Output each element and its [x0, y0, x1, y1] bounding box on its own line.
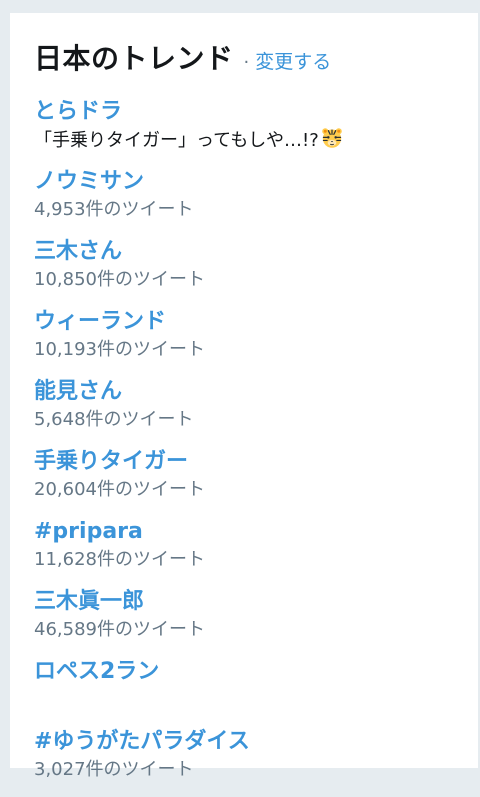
trend-item[interactable]: ノウミサン 4,953件のツイート [34, 167, 454, 237]
trend-description-text: 「手乗りタイガー」ってもしや…!? [34, 130, 319, 151]
trend-item[interactable]: とらドラ 「手乗りタイガー」ってもしや…!? [34, 97, 454, 167]
trend-item[interactable]: 手乗りタイガー 20,604件のツイート [34, 447, 454, 517]
trend-name: #pripara [34, 519, 143, 544]
trends-header: 日本のトレンド · 変更する [34, 13, 454, 97]
header-separator: · [243, 52, 250, 73]
trend-tweet-count: 3,027件のツイート [34, 759, 194, 780]
change-trends-link[interactable]: 変更する [255, 47, 331, 74]
trend-item[interactable]: 三木さん 10,850件のツイート [34, 237, 454, 307]
trend-tweet-count: 11,628件のツイート [34, 549, 205, 570]
trends-card: 日本のトレンド · 変更する とらドラ 「手乗りタイガー」ってもしや…!? ノウ… [10, 13, 478, 780]
trend-item[interactable]: #ゆうがたパラダイス 3,027件のツイート [34, 727, 454, 797]
trend-name: ウィーランド [34, 309, 167, 334]
trend-item[interactable]: ウィーランド 10,193件のツイート [34, 307, 454, 377]
trend-tweet-count: 20,604件のツイート [34, 479, 205, 500]
trend-name: 能見さん [34, 379, 123, 404]
trend-name: ノウミサン [34, 169, 145, 194]
trend-tweet-count: 10,193件のツイート [34, 339, 205, 360]
trend-name: 手乗りタイガー [34, 449, 189, 474]
tiger-face-icon [322, 128, 342, 148]
trend-tweet-count: 5,648件のツイート [34, 409, 194, 430]
trend-name: 三木さん [34, 239, 123, 264]
trends-title: 日本のトレンド [34, 42, 234, 75]
trend-tweet-count: 10,850件のツイート [34, 269, 205, 290]
trend-description: 「手乗りタイガー」ってもしや…!? [34, 127, 454, 154]
trend-item[interactable]: 能見さん 5,648件のツイート [34, 377, 454, 447]
trend-name: 三木眞一郎 [34, 589, 145, 614]
trend-item[interactable]: 三木眞一郎 46,589件のツイート [34, 587, 454, 657]
trend-name: ロペス2ラン [34, 659, 160, 684]
trend-item[interactable]: #pripara 11,628件のツイート [34, 517, 454, 587]
trend-name: #ゆうがたパラダイス [34, 729, 250, 754]
trend-item[interactable]: ロペス2ラン [34, 657, 454, 727]
trend-tweet-count: 4,953件のツイート [34, 199, 194, 220]
trend-tweet-count: 46,589件のツイート [34, 619, 205, 640]
trend-name: とらドラ [34, 99, 123, 124]
